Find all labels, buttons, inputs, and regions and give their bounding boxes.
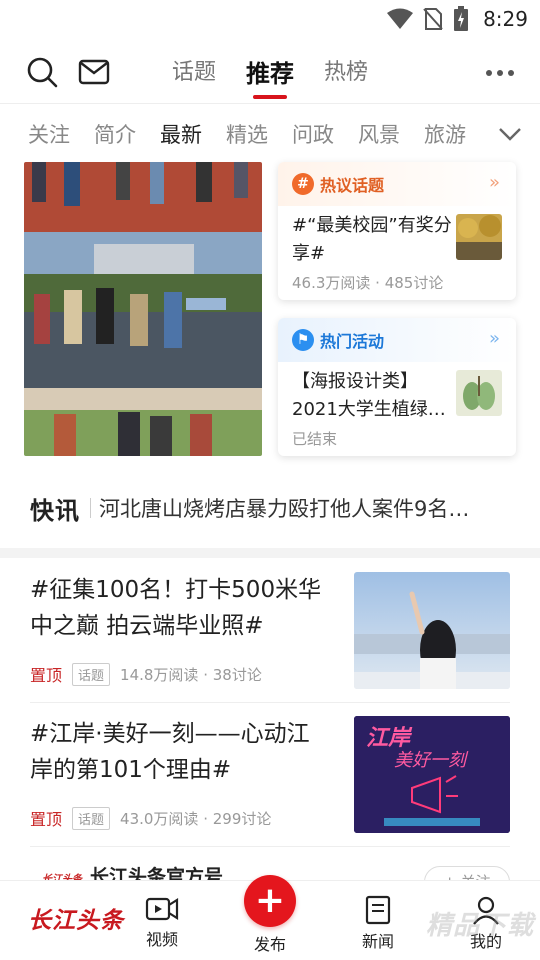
hot-topic-card[interactable]: # 热议话题 » #“最美校园”有奖分享# 46.3万阅读 · 485讨论 bbox=[278, 162, 516, 300]
video-icon bbox=[145, 897, 179, 921]
row-divider bbox=[30, 702, 510, 703]
battery-icon bbox=[454, 6, 469, 31]
double-chevron-right-icon: » bbox=[488, 172, 500, 193]
hot-event-card[interactable]: ⚑ 热门活动 » 【海报设计类】2021大学生植绿… 已结束 bbox=[278, 318, 516, 456]
publish-label: 发布 bbox=[253, 935, 286, 954]
hot-event-title: 热门活动 bbox=[320, 332, 385, 351]
article-meta: 置顶 话题 43.0万阅读 · 299讨论 bbox=[30, 806, 271, 830]
pinned-label: 置顶 bbox=[30, 666, 63, 685]
category-latest[interactable]: 最新 bbox=[160, 119, 202, 149]
hot-topic-title: 热议话题 bbox=[320, 176, 385, 195]
category-expand-button[interactable] bbox=[492, 118, 528, 150]
category-travel[interactable]: 旅游 bbox=[424, 119, 466, 149]
article-stats: 43.0万阅读 · 299讨论 bbox=[120, 809, 272, 828]
nav-video-label: 视频 bbox=[145, 930, 178, 949]
article-item[interactable]: #征集100名！打卡500米华中之巅 拍云端毕业照# 置顶 话题 14.8万阅读… bbox=[30, 572, 510, 702]
category-intro[interactable]: 简介 bbox=[94, 119, 136, 149]
status-time: 8:29 bbox=[483, 7, 528, 31]
news-icon bbox=[365, 895, 391, 925]
thumbnail-subcaption: 美好一刻 bbox=[394, 750, 466, 771]
category-featured[interactable]: 精选 bbox=[226, 119, 268, 149]
no-sim-icon bbox=[423, 8, 443, 30]
hot-event-meta: 已结束 bbox=[292, 430, 338, 448]
topic-tag: 话题 bbox=[72, 806, 111, 830]
more-icon[interactable] bbox=[486, 70, 514, 76]
article-thumbnail bbox=[354, 572, 510, 689]
flash-separator bbox=[90, 498, 91, 518]
nav-news-label: 新闻 bbox=[361, 932, 394, 951]
hot-topic-thumbnail bbox=[456, 214, 502, 260]
tab-hot-list[interactable]: 热榜 bbox=[324, 54, 368, 89]
publish-button[interactable]: + bbox=[244, 875, 296, 927]
top-header: 话题 推荐 热榜 bbox=[0, 40, 540, 104]
flash-label: 快讯 bbox=[30, 496, 80, 525]
category-strip: 关注 简介 最新 精选 问政 风景 旅游 bbox=[0, 110, 540, 158]
article-item[interactable]: #江岸·美好一刻——心动江岸的第101个理由# 置顶 话题 43.0万阅读 · … bbox=[30, 716, 510, 846]
hot-event-thumbnail bbox=[456, 370, 502, 416]
nav-news[interactable]: 新闻 bbox=[338, 895, 418, 952]
article-title: #征集100名！打卡500米华中之巅 拍云端毕业照# bbox=[30, 577, 322, 639]
category-follow[interactable]: 关注 bbox=[28, 119, 70, 149]
article-meta: 置顶 话题 14.8万阅读 · 38讨论 bbox=[30, 662, 262, 686]
article-stats: 14.8万阅读 · 38讨论 bbox=[120, 665, 262, 684]
category-inquiry[interactable]: 问政 bbox=[292, 119, 334, 149]
header-tabs: 话题 推荐 热榜 bbox=[0, 54, 540, 99]
hot-event-header: ⚑ 热门活动 » bbox=[278, 318, 516, 362]
tab-recommend[interactable]: 推荐 bbox=[246, 54, 294, 99]
flash-news[interactable]: 快讯 河北唐山烧烤店暴力殴打他人案件9名… bbox=[30, 488, 510, 528]
status-bar: 8:29 bbox=[0, 0, 540, 38]
section-divider bbox=[0, 548, 540, 558]
tab-topics[interactable]: 话题 bbox=[172, 54, 216, 89]
nav-video[interactable]: 视频 bbox=[122, 895, 202, 950]
article-thumbnail: 江岸 美好一刻 bbox=[354, 716, 510, 833]
hero-banner-image[interactable] bbox=[24, 162, 262, 456]
plus-icon: + bbox=[254, 880, 286, 921]
article-title: #江岸·美好一刻——心动江岸的第101个理由# bbox=[30, 721, 310, 783]
hot-topic-header: # 热议话题 » bbox=[278, 162, 516, 206]
wifi-icon bbox=[387, 8, 414, 29]
bottom-nav: 长江头条 视频 + 发布 新闻 我的 精品下载 bbox=[0, 875, 540, 960]
hashtag-icon: # bbox=[292, 173, 314, 195]
brand-logo[interactable]: 长江头条 bbox=[28, 901, 124, 935]
hot-topic-meta: 46.3万阅读 · 485讨论 bbox=[292, 274, 444, 292]
topic-tag: 话题 bbox=[72, 662, 111, 686]
category-scenery[interactable]: 风景 bbox=[358, 119, 400, 149]
hot-event-text: 【海报设计类】2021大学生植绿… bbox=[292, 371, 446, 420]
double-chevron-right-icon: » bbox=[488, 328, 500, 349]
watermark: 精品下载 bbox=[425, 911, 534, 941]
flag-icon: ⚑ bbox=[292, 329, 314, 351]
pinned-label: 置顶 bbox=[30, 810, 63, 829]
hot-topic-text: #“最美校园”有奖分享# bbox=[292, 215, 452, 264]
chevron-down-icon bbox=[499, 128, 521, 141]
flash-headline: 河北唐山烧烤店暴力殴打他人案件9名… bbox=[99, 497, 470, 521]
